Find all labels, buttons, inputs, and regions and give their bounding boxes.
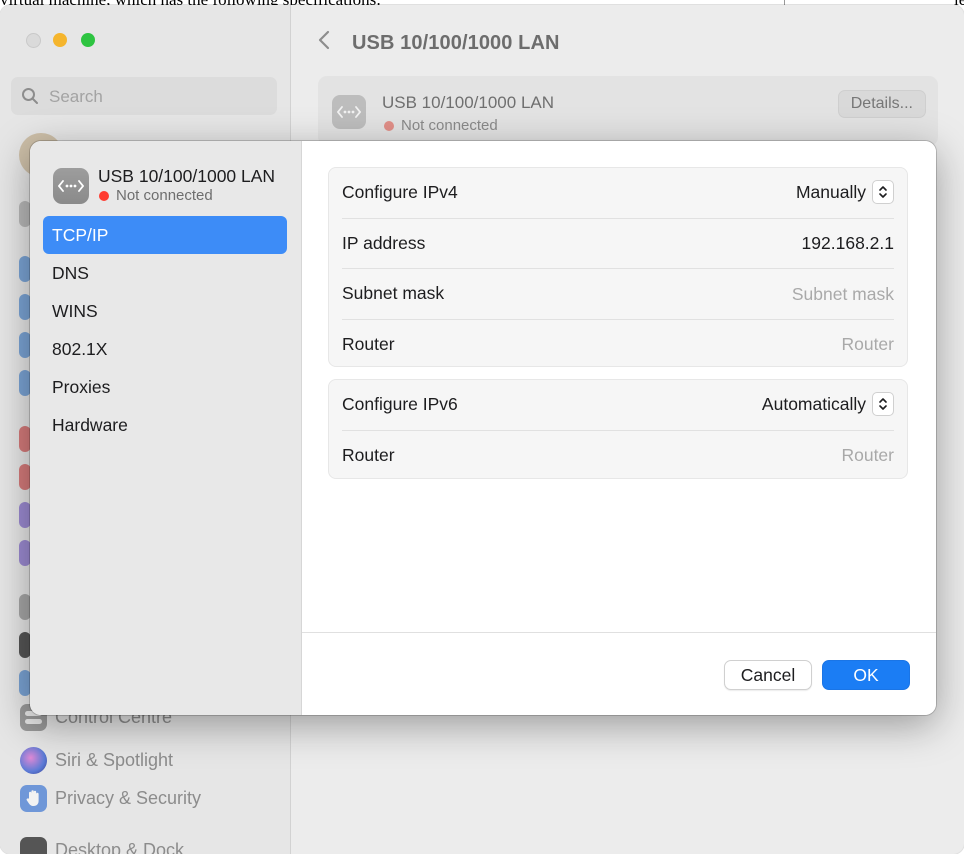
sidebar-item-label: Siri & Spotlight [55,749,174,770]
zoom-window-button[interactable] [81,33,95,47]
ok-button[interactable]: OK [822,660,910,690]
nav-item-dns[interactable]: DNS [43,254,287,292]
ipv4-router-field[interactable] [634,332,894,357]
search-input[interactable] [47,82,271,112]
network-interface-icon [53,168,89,204]
ip-address-label: IP address [342,232,426,253]
ipv4-router-label: Router [342,333,395,354]
details-button[interactable]: Details... [837,90,926,118]
ip-address-row: IP address 192.168.2.1 [342,219,894,269]
sidebar-item-desktop-dock[interactable]: Desktop & Dock [20,835,184,854]
interface-card: USB 10/100/1000 LAN Not connected Detail… [318,76,938,146]
configure-ipv4-popup[interactable]: Manually [796,180,894,204]
configure-ipv4-label: Configure IPv4 [342,182,458,202]
sidebar-item-label: Privacy & Security [55,787,202,808]
ipv4-settings-group: Configure IPv4 Manually IP address 192.1… [328,167,908,367]
back-chevron-icon[interactable] [318,29,330,57]
page-header: USB 10/100/1000 LAN [318,29,560,57]
sidebar-item-label: Desktop & Dock [55,839,185,854]
siri-icon [20,746,47,774]
configure-ipv6-row: Configure IPv6 Automatically [342,380,894,431]
sheet-nav-list: TCP/IP DNS WINS 802.1X Proxies Hardware [43,216,287,444]
interface-status: Not connected [99,187,213,204]
ipv6-router-row: Router Router [342,431,894,481]
sidebar-item-siri-spotlight[interactable]: Siri & Spotlight [20,745,173,775]
page-title: USB 10/100/1000 LAN [352,31,560,54]
chevron-updown-icon [872,180,894,204]
footer-divider [302,632,936,633]
ipv6-settings-group: Configure IPv6 Automatically Router Rout… [328,379,908,479]
ipv4-router-row: Router [342,320,894,370]
sheet-content: Configure IPv4 Manually IP address 192.1… [302,141,936,715]
ipv6-router-value: Router [841,444,894,465]
configure-ipv4-row: Configure IPv4 Manually [342,168,894,219]
search-field[interactable] [11,77,277,115]
nav-item-proxies[interactable]: Proxies [43,368,287,406]
sheet-sidebar: USB 10/100/1000 LAN Not connected TCP/IP… [30,141,302,715]
subnet-mask-field[interactable] [634,282,894,306]
interface-name: USB 10/100/1000 LAN [98,166,276,186]
network-interface-icon [332,95,366,129]
ipv6-router-label: Router [342,444,395,465]
minimize-window-button[interactable] [53,33,67,47]
sidebar-item-privacy-security[interactable]: Privacy & Security [20,783,201,813]
ip-address-field[interactable]: 192.168.2.1 [802,233,894,254]
desktop-dock-icon [20,836,47,854]
nav-item-wins[interactable]: WINS [43,292,287,330]
subnet-mask-row: Subnet mask [342,269,894,320]
nav-item-8021x[interactable]: 802.1X [43,330,287,368]
subnet-mask-label: Subnet mask [342,283,445,303]
status-text: Not connected [116,187,213,204]
hand-icon [20,784,47,812]
status-dot-icon [384,120,394,131]
configure-ipv6-value: Automatically [761,393,866,414]
interface-status: Not connected [384,117,498,134]
nav-item-tcpip[interactable]: TCP/IP [43,216,287,254]
search-icon [22,88,38,104]
configure-ipv4-value: Manually [795,181,866,202]
status-dot-icon [99,190,109,201]
chevron-updown-icon [872,392,894,416]
configure-ipv6-label: Configure IPv6 [342,394,458,414]
cancel-button[interactable]: Cancel [724,660,812,690]
close-window-button[interactable] [26,33,41,48]
configure-ipv6-popup[interactable]: Automatically [762,392,894,416]
status-text: Not connected [401,117,498,134]
interface-name: USB 10/100/1000 LAN [382,93,555,112]
nav-item-hardware[interactable]: Hardware [43,406,287,444]
tcpip-sheet-dialog: USB 10/100/1000 LAN Not connected TCP/IP… [30,141,936,715]
